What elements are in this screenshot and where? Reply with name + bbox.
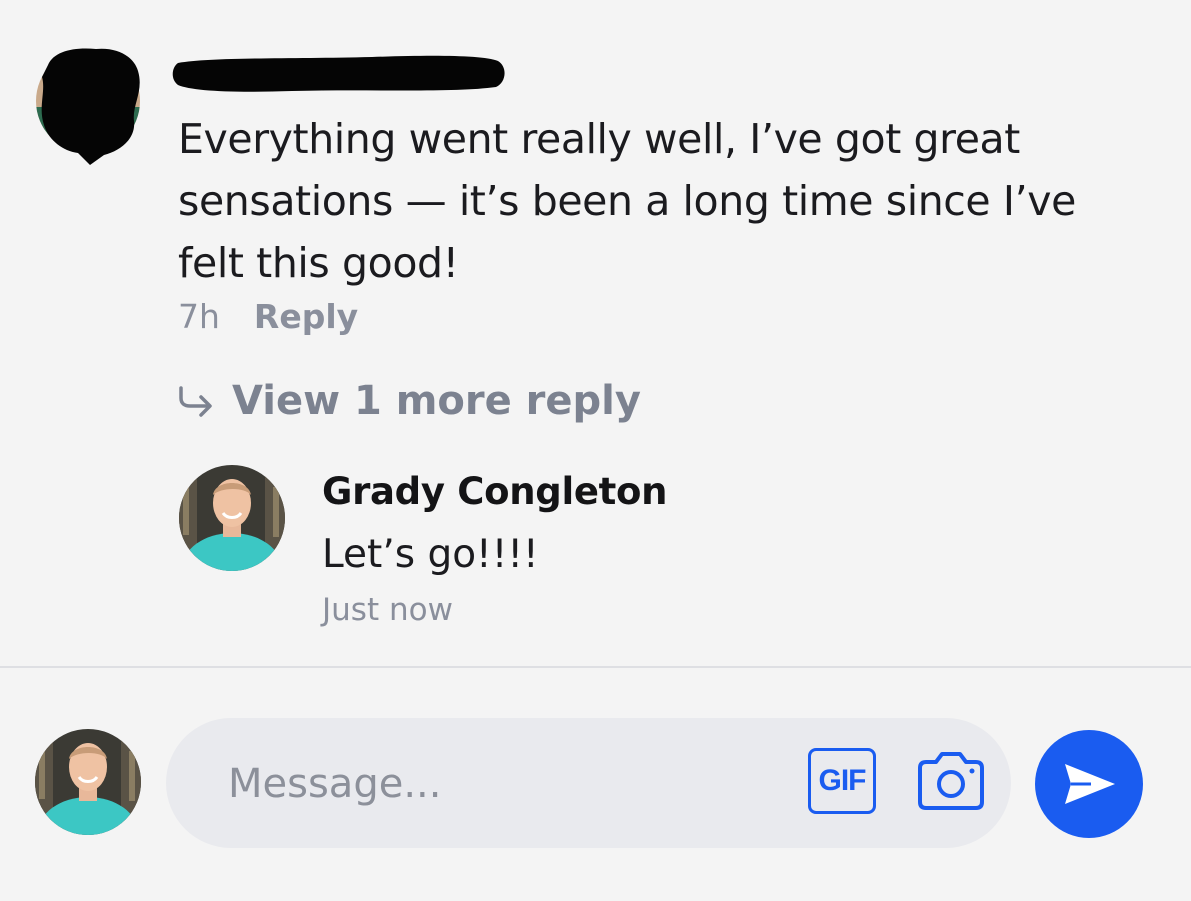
reply-button[interactable]: Reply	[254, 294, 358, 340]
reply-text: Let’s go!!!!	[322, 532, 539, 577]
message-input[interactable]	[226, 751, 790, 817]
reply-author-name[interactable]: Grady Congleton	[322, 470, 668, 513]
commenter-avatar-redacted[interactable]	[34, 47, 142, 165]
divider	[0, 666, 1191, 668]
reply-arrow-icon	[179, 386, 212, 417]
comment-meta: 7h Reply	[178, 294, 358, 340]
comments-thread: Everything went really well, I’ve got gr…	[0, 0, 1191, 901]
reply-timestamp: Just now	[322, 592, 453, 628]
message-composer: GIF	[166, 718, 1011, 848]
current-user-avatar	[35, 729, 141, 835]
send-icon	[1065, 764, 1115, 804]
gif-button[interactable]: GIF	[808, 748, 876, 814]
view-more-replies-button[interactable]: View 1 more reply	[176, 378, 641, 424]
view-more-label: View 1 more reply	[232, 378, 641, 424]
comment-text: Everything went really well, I’ve got gr…	[178, 115, 1076, 287]
comment-timestamp: 7h	[178, 297, 220, 336]
send-button[interactable]	[1035, 730, 1143, 838]
commenter-name-redacted[interactable]	[172, 53, 506, 93]
reply-author-avatar[interactable]	[179, 465, 285, 571]
camera-icon[interactable]	[914, 750, 988, 812]
